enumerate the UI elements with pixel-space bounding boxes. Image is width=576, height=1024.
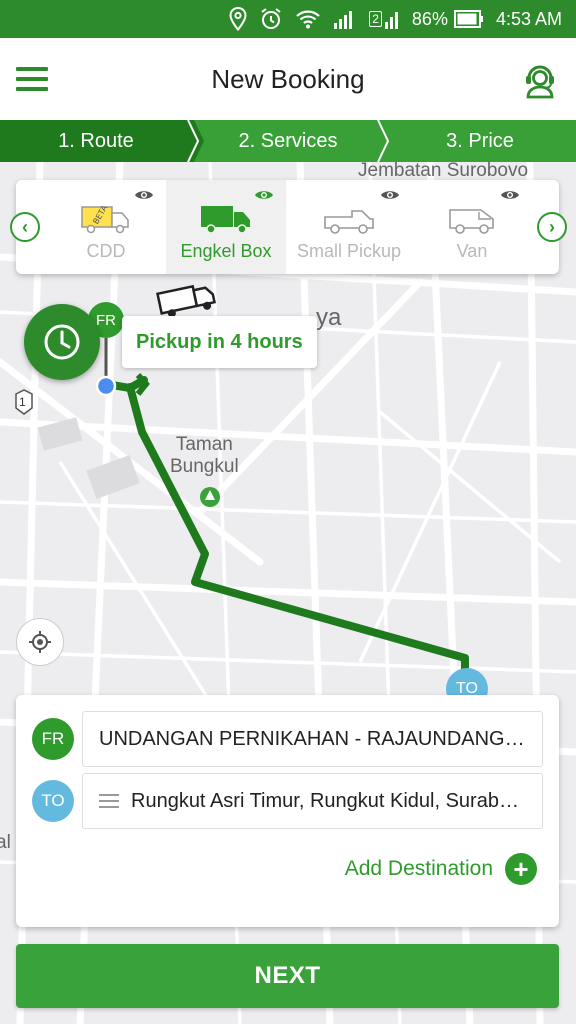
step-price[interactable]: 3. Price xyxy=(384,120,576,162)
vehicle-engkel-box[interactable]: Engkel Box xyxy=(166,180,286,274)
vehicle-next-button[interactable]: › xyxy=(537,212,567,242)
battery-status: 86% xyxy=(412,9,484,30)
map-label-park: Taman Bungkul xyxy=(170,434,239,477)
to-badge: TO xyxy=(32,780,74,822)
map-label-bridge: Jembatan Surobovo xyxy=(358,162,529,181)
vehicle-label: Van xyxy=(456,241,488,261)
van-icon xyxy=(449,209,494,234)
my-location-button[interactable] xyxy=(16,618,64,666)
location-icon xyxy=(229,7,247,31)
signal-icon xyxy=(334,11,353,29)
step-bar: 1. Route 2. Services 3. Price xyxy=(0,120,576,162)
cdd-truck-icon: BETA xyxy=(81,203,129,234)
step-chevron-separator xyxy=(182,120,204,162)
drag-handle-icon[interactable] xyxy=(99,794,119,808)
plus-icon: + xyxy=(505,853,537,885)
step-price-label: 3. Price xyxy=(446,129,514,152)
eye-icon[interactable] xyxy=(500,188,520,202)
clock-time: 4:53 AM xyxy=(495,8,562,29)
step-route[interactable]: 1. Route xyxy=(0,120,192,162)
eye-icon[interactable] xyxy=(254,188,274,202)
battery-percent: 86% xyxy=(411,8,448,29)
step-services[interactable]: 2. Services xyxy=(192,120,384,162)
vehicle-selector: BETA CDD Engkel Box Small Pickup Van xyxy=(16,180,559,274)
vehicle-prev-button[interactable]: ‹ xyxy=(10,212,40,242)
from-address-value: UNDANGAN PERNIKAHAN - RAJAUNDANGAN xyxy=(99,727,526,750)
vehicle-small-pickup[interactable]: Small Pickup xyxy=(286,180,412,274)
add-destination-label: Add Destination xyxy=(344,857,493,880)
status-bar: 2 86% 4:53 AM xyxy=(0,0,576,38)
step-services-label: 2. Services xyxy=(238,129,338,152)
small-pickup-icon xyxy=(324,210,374,234)
to-address-value: Rungkut Asri Timur, Rungkut Kidul, Surab… xyxy=(131,789,526,812)
map-label-edge: al xyxy=(0,832,11,853)
next-button[interactable]: NEXT xyxy=(16,944,559,1008)
to-address-field[interactable]: Rungkut Asri Timur, Rungkut Kidul, Surab… xyxy=(82,773,543,829)
to-address-row: TO Rungkut Asri Timur, Rungkut Kidul, Su… xyxy=(32,773,543,829)
from-address-field[interactable]: UNDANGAN PERNIKAHAN - RAJAUNDANGAN xyxy=(82,711,543,767)
map-label-road-shield: 1 xyxy=(19,395,26,409)
vehicle-cdd[interactable]: BETA CDD xyxy=(46,180,166,274)
map-label-city: ya xyxy=(316,304,342,331)
engkel-box-truck-icon xyxy=(201,206,250,234)
clock-icon xyxy=(44,324,80,360)
from-badge: FR xyxy=(32,718,74,760)
wifi-icon xyxy=(296,10,320,29)
step-route-label: 1. Route xyxy=(58,129,134,152)
sim-badge: 2 xyxy=(369,11,382,27)
headset-support-icon[interactable] xyxy=(520,59,560,99)
step-chevron-separator xyxy=(377,120,390,162)
vehicle-label: Engkel Box xyxy=(180,241,272,261)
add-destination-button[interactable]: Add Destination + xyxy=(345,853,537,885)
vehicle-van[interactable]: Van xyxy=(412,180,532,274)
battery-icon xyxy=(453,10,483,28)
signal-2-icon xyxy=(384,12,398,29)
app-bar: New Booking xyxy=(0,38,576,120)
vehicle-label: CDD xyxy=(86,241,126,261)
vehicle-label: Small Pickup xyxy=(296,241,402,261)
from-address-row: FR UNDANGAN PERNIKAHAN - RAJAUNDANGAN xyxy=(32,711,543,767)
crosshair-icon xyxy=(29,631,51,653)
eye-icon[interactable] xyxy=(134,188,154,202)
pickup-time-button[interactable] xyxy=(24,304,100,380)
hamburger-icon[interactable] xyxy=(16,67,48,91)
eye-icon[interactable] xyxy=(380,188,400,202)
truck-marker-icon xyxy=(156,284,216,316)
address-card: FR UNDANGAN PERNIKAHAN - RAJAUNDANGAN TO… xyxy=(16,695,559,927)
page-title: New Booking xyxy=(211,63,365,94)
alarm-icon xyxy=(261,8,281,29)
sim-2-icon: 2 xyxy=(369,8,400,30)
pickup-time-label[interactable]: Pickup in 4 hours xyxy=(122,316,317,368)
